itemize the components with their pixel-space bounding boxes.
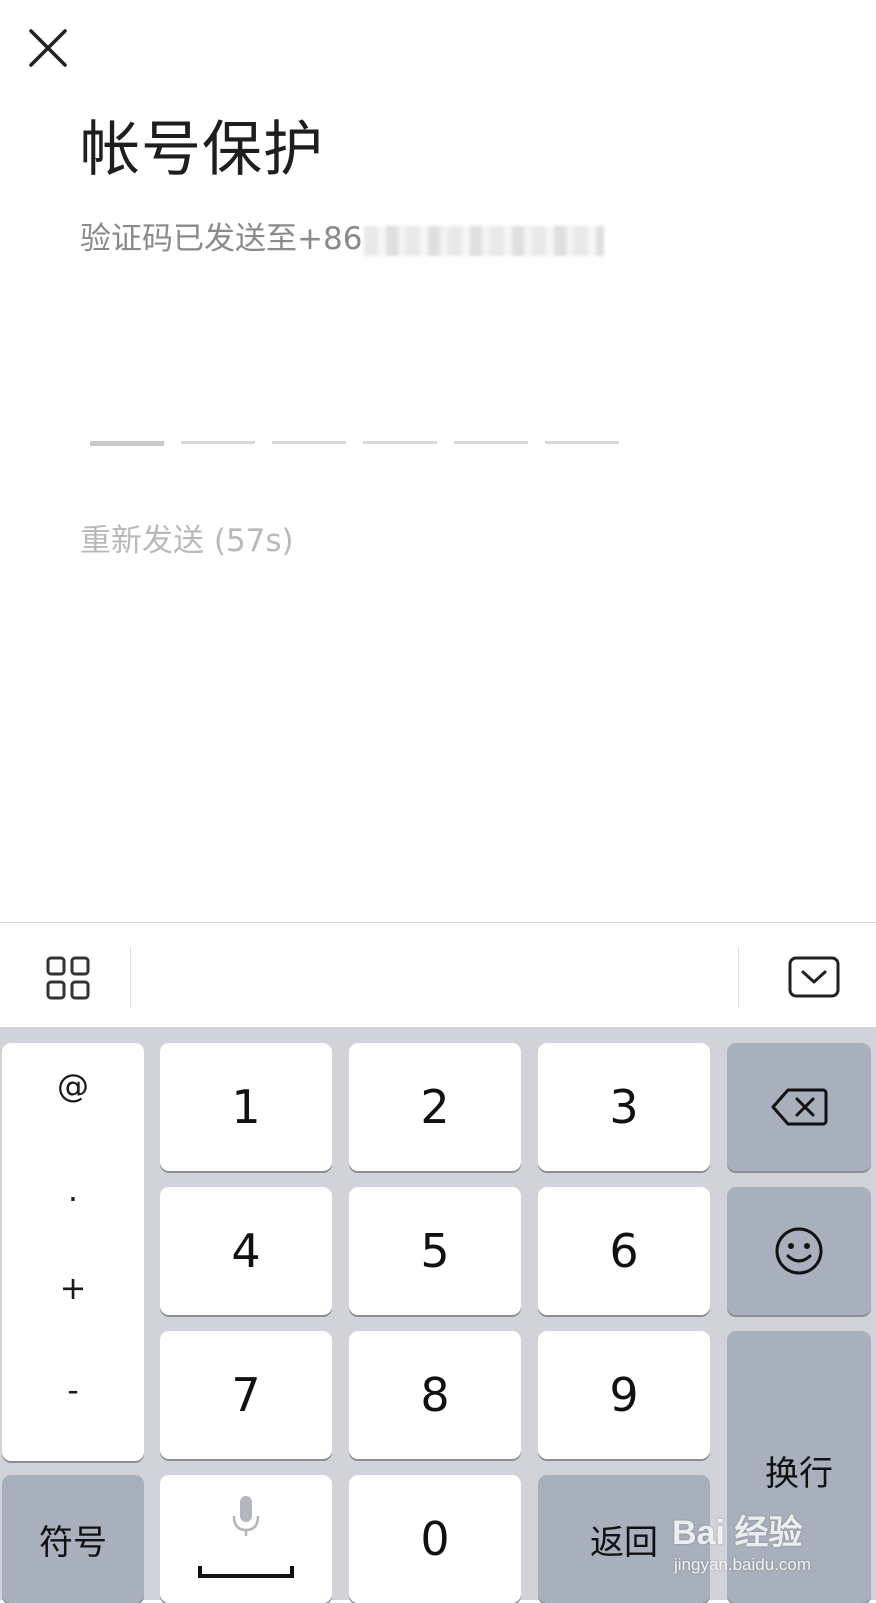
toolbar-divider — [130, 947, 131, 1007]
emoji-button[interactable] — [727, 1187, 871, 1315]
verification-sent-text: 验证码已发送至+86 — [80, 218, 605, 260]
toolbar-divider — [738, 947, 739, 1007]
voice-space-button[interactable] — [160, 1475, 332, 1603]
resend-countdown: 重新发送 (57s) — [80, 523, 294, 559]
microphone-icon — [198, 1496, 294, 1578]
code-slot-1[interactable] — [90, 441, 164, 446]
symbol-button[interactable]: 符号 — [2, 1475, 144, 1603]
key-dot[interactable]: . — [2, 1171, 144, 1209]
backspace-button[interactable] — [727, 1043, 871, 1171]
newline-button[interactable]: 换行 — [727, 1331, 871, 1603]
page-title: 帐号保护 — [80, 115, 324, 185]
backspace-icon — [771, 1088, 828, 1126]
key-8[interactable]: 8 — [349, 1331, 521, 1459]
code-slot-5[interactable] — [454, 441, 528, 444]
key-6[interactable]: 6 — [538, 1187, 710, 1315]
key-at[interactable]: @ — [2, 1067, 144, 1105]
key-7[interactable]: 7 — [160, 1331, 332, 1459]
masked-phone-number — [364, 225, 605, 256]
numeric-keyboard: @ . + - 1 2 3 4 5 6 7 8 9 换行 符号 0 返回 — [0, 1027, 876, 1603]
return-button[interactable]: 返回 — [538, 1475, 710, 1603]
symbol-column: @ . + - — [2, 1043, 144, 1461]
key-9[interactable]: 9 — [538, 1331, 710, 1459]
key-minus[interactable]: - — [2, 1371, 144, 1409]
grid-icon[interactable] — [46, 956, 90, 1000]
code-slot-6[interactable] — [545, 441, 619, 444]
code-slot-3[interactable] — [272, 441, 346, 444]
key-1[interactable]: 1 — [160, 1043, 332, 1171]
emoji-icon — [775, 1227, 823, 1275]
key-5[interactable]: 5 — [349, 1187, 521, 1315]
close-icon[interactable] — [26, 26, 70, 70]
keyboard-toolbar — [0, 922, 876, 1028]
key-plus[interactable]: + — [2, 1269, 144, 1307]
code-slot-2[interactable] — [181, 441, 255, 444]
key-0[interactable]: 0 — [349, 1475, 521, 1603]
key-2[interactable]: 2 — [349, 1043, 521, 1171]
subtitle-prefix: 验证码已发送至+86 — [80, 221, 363, 257]
code-slot-4[interactable] — [363, 441, 437, 444]
newline-label: 换行 — [765, 1454, 833, 1494]
verification-code-input[interactable] — [90, 441, 630, 447]
keyboard-hide-icon[interactable] — [788, 956, 840, 998]
key-3[interactable]: 3 — [538, 1043, 710, 1171]
key-4[interactable]: 4 — [160, 1187, 332, 1315]
